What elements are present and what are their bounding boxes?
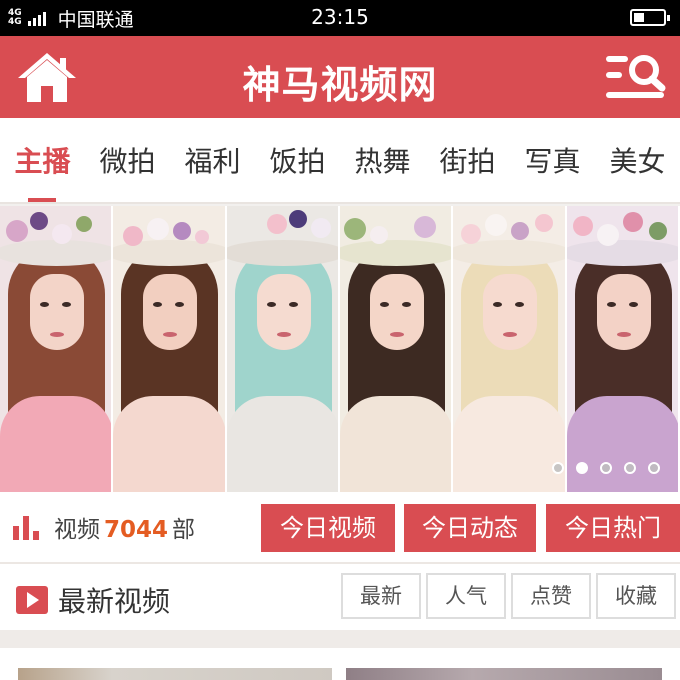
banner-carousel[interactable]	[0, 206, 680, 492]
filter-likes-button[interactable]: 点赞	[511, 573, 591, 619]
video-count: 7044	[104, 517, 169, 543]
tab-fuli[interactable]: 福利	[170, 118, 255, 202]
status-bar: 4G 4G 中国联通 23:15	[0, 0, 680, 36]
tab-fanpai[interactable]: 饭拍	[255, 118, 340, 202]
category-tabs: 主播 微拍 福利 饭拍 热舞 街拍 写真 美女	[0, 118, 680, 204]
today-updates-button[interactable]: 今日动态	[404, 504, 536, 552]
video-count-prefix: 视频	[54, 517, 100, 543]
banner-photo	[566, 206, 680, 492]
filter-newest-button[interactable]: 最新	[341, 573, 421, 619]
tab-meinv[interactable]: 美女	[595, 118, 680, 202]
filter-popular-button[interactable]: 人气	[426, 573, 506, 619]
banner-photo	[0, 206, 114, 492]
carousel-dot-active[interactable]	[576, 462, 588, 474]
battery-icon	[630, 9, 670, 26]
today-hot-button[interactable]: 今日热门	[546, 504, 680, 552]
battery-fill	[634, 13, 644, 22]
tab-zhubo[interactable]: 主播	[0, 118, 85, 202]
play-icon	[16, 586, 48, 614]
video-grid	[0, 648, 680, 680]
video-thumbnail[interactable]	[18, 668, 332, 680]
banner-photo	[453, 206, 567, 492]
tab-weipai[interactable]: 微拍	[85, 118, 170, 202]
carousel-dot[interactable]	[624, 462, 636, 474]
site-title: 神马视频网	[242, 63, 438, 107]
carousel-dot[interactable]	[552, 462, 564, 474]
latest-videos-header: 最新视频 最新 人气 点赞 收藏	[0, 562, 680, 630]
app-page: 4G 4G 中国联通 23:15 神马视频网 主播 微拍 福利 饭拍 热舞 街拍…	[0, 0, 680, 680]
clock: 23:15	[311, 5, 369, 29]
latest-videos-title: 最新视频	[58, 585, 171, 618]
video-count-suffix: 部	[172, 517, 196, 543]
menu-search-icon	[606, 55, 666, 98]
tab-jiepai[interactable]: 街拍	[425, 118, 510, 202]
tab-xiezhen[interactable]: 写真	[510, 118, 595, 202]
video-count-text: 视频 7044 部	[54, 510, 195, 544]
filter-favorites-button[interactable]: 收藏	[596, 573, 676, 619]
banner-photo	[113, 206, 227, 492]
bar-chart-icon	[13, 516, 39, 540]
carousel-dot[interactable]	[648, 462, 660, 474]
today-videos-button[interactable]: 今日视频	[261, 504, 395, 552]
banner-photo	[226, 206, 340, 492]
video-thumbnail[interactable]	[346, 668, 662, 680]
menu-search-button[interactable]	[604, 52, 666, 104]
stats-bar: 视频 7044 部 今日视频 今日动态 今日热门	[0, 492, 680, 562]
banner-photo	[339, 206, 454, 492]
app-header: 神马视频网	[0, 36, 680, 118]
section-divider	[0, 630, 680, 648]
carousel-dot[interactable]	[600, 462, 612, 474]
carousel-indicators	[552, 462, 660, 474]
tab-rewu[interactable]: 热舞	[340, 118, 425, 202]
